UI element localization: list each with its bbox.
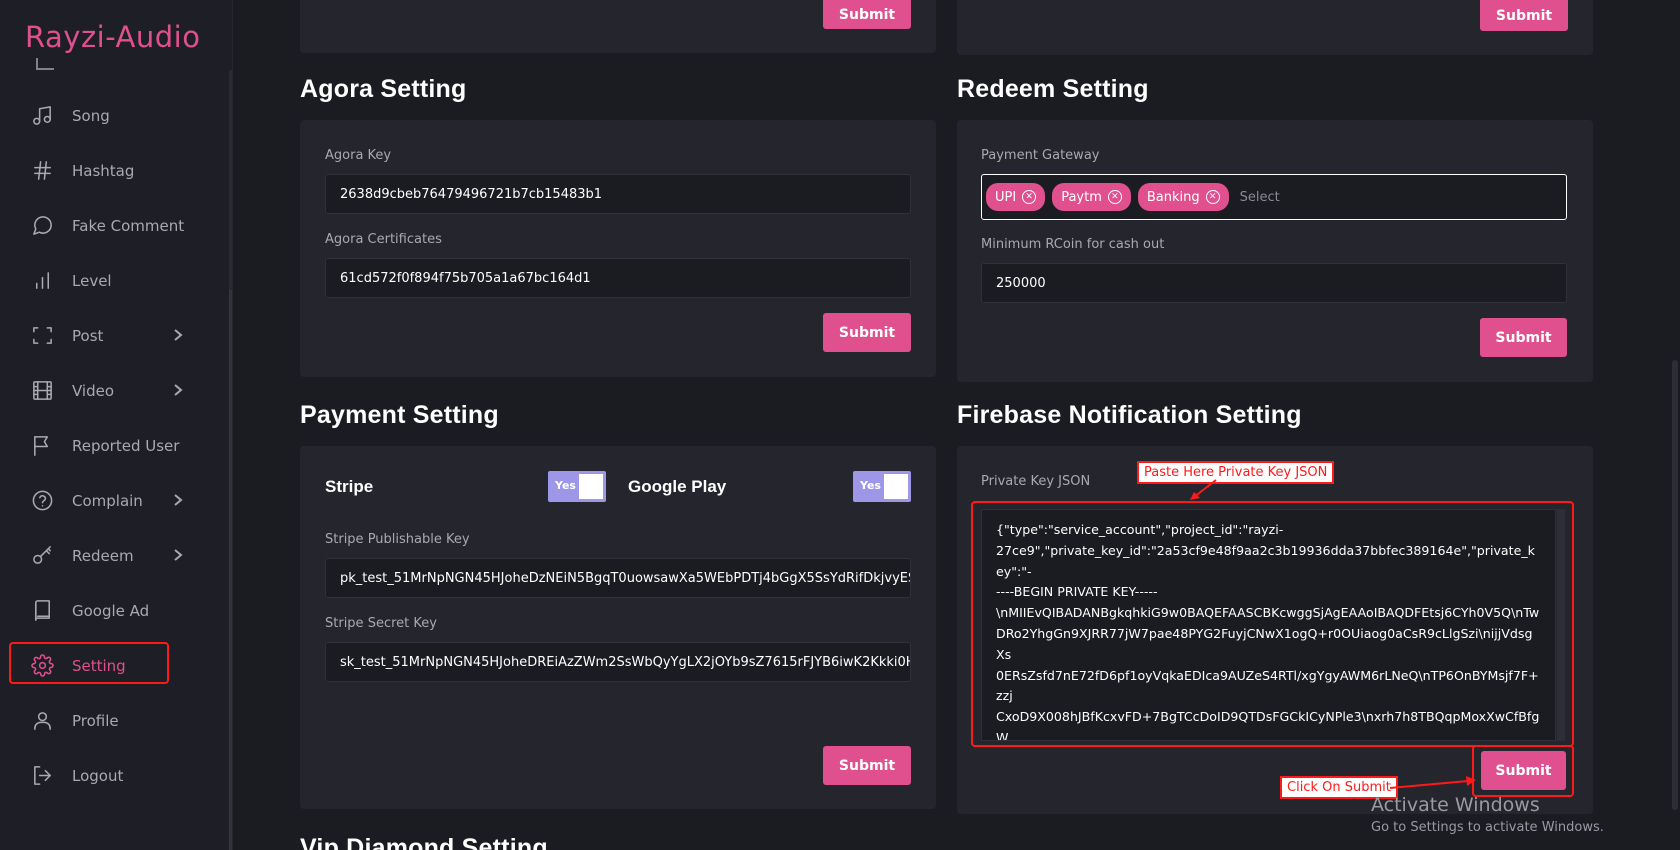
sidebar-item-song[interactable]: Song [0, 88, 230, 143]
firebase-setting-title: Firebase Notification Setting [957, 401, 1302, 429]
sidebar-item-setting[interactable]: Setting [0, 638, 230, 693]
hashtag-icon [30, 159, 54, 183]
toggle-knob [579, 474, 603, 499]
vip-diamond-setting-title: Vip Diamond Setting [300, 834, 548, 850]
sidebar-item-profile[interactable]: Profile [0, 693, 230, 748]
sidebar-nav: Song Hashtag Fake Comment Level Post Video Rep… [0, 88, 230, 803]
key-icon [30, 544, 54, 568]
stripe-label: Stripe [325, 477, 374, 496]
chevron-right-icon [171, 493, 185, 507]
top-left-submit-button[interactable]: Submit [823, 0, 911, 29]
help-circle-icon [30, 489, 54, 513]
sidebar-item-logout[interactable]: Logout [0, 748, 230, 803]
submit-highlight-frame [1472, 745, 1574, 797]
payment-gateway-multiselect[interactable]: UPI ✕ Paytm ✕ Banking ✕ Select [981, 174, 1567, 220]
gateway-tag-label: Banking [1146, 189, 1200, 205]
toggle-text: Yes [555, 479, 576, 492]
payment-setting-title: Payment Setting [300, 401, 499, 429]
sidebar-item-fake-comment[interactable]: Fake Comment [0, 198, 230, 253]
stripe-publishable-key-label: Stripe Publishable Key [325, 532, 470, 547]
sidebar-item-label: Fake Comment [72, 216, 185, 235]
sidebar-item-label: Google Ad [72, 601, 150, 620]
select-placeholder[interactable]: Select [1240, 190, 1280, 205]
agora-key-label: Agora Key [325, 148, 392, 163]
sidebar: Rayzi-Audio Song Hashtag Fake Comment Level… [0, 0, 233, 850]
redeem-setting-title: Redeem Setting [957, 75, 1149, 103]
chevron-right-icon [171, 548, 185, 562]
paste-arrow-icon [1190, 479, 1217, 500]
remove-tag-icon[interactable]: ✕ [1107, 190, 1122, 204]
film-icon [30, 379, 54, 403]
gateway-tag-upi: UPI ✕ [986, 183, 1046, 211]
sidebar-item-video[interactable]: Video [0, 363, 230, 418]
gateway-tag-banking: Banking ✕ [1137, 183, 1229, 211]
toggle-text: Yes [860, 479, 881, 492]
sidebar-scroll-thumb[interactable] [229, 290, 232, 850]
textarea-highlight-frame [971, 501, 1574, 747]
agora-certificates-input[interactable]: 61cd572f0f894f75b705a1a67bc164d1 [325, 258, 911, 298]
frame-icon [30, 324, 54, 348]
agora-setting-title: Agora Setting [300, 75, 467, 103]
agora-certificates-label: Agora Certificates [325, 232, 442, 247]
stripe-publishable-key-input[interactable]: pk_test_51MrNpNGN45HJoheDzNEiN5BgqT0uows… [325, 558, 911, 598]
sidebar-item-label: Hashtag [72, 161, 135, 180]
gateway-tag-label: UPI [995, 189, 1017, 205]
sidebar-item-google-ad[interactable]: Google Ad [0, 583, 230, 638]
payment-gateway-label: Payment Gateway [981, 148, 1100, 163]
sidebar-item-label: Level [72, 271, 112, 290]
activate-windows-title: Activate Windows [1371, 794, 1540, 816]
stripe-toggle[interactable]: Yes [548, 471, 606, 502]
sidebar-item-complain[interactable]: Complain [0, 473, 230, 528]
sidebar-item-hashtag[interactable]: Hashtag [0, 143, 230, 198]
agora-submit-button[interactable]: Submit [823, 313, 911, 352]
sidebar-item-label: Redeem [72, 546, 134, 565]
sidebar-item-label: Song [72, 106, 110, 125]
sidebar-item-label: Profile [72, 711, 119, 730]
min-rcoin-input[interactable]: 250000 [981, 263, 1567, 303]
sidebar-scrollbar[interactable] [229, 70, 232, 850]
remove-tag-icon[interactable]: ✕ [1205, 190, 1220, 204]
activate-windows-subtitle: Go to Settings to activate Windows. [1371, 820, 1604, 835]
setting-highlight-frame [9, 642, 169, 684]
sidebar-item-label: Complain [72, 491, 143, 510]
sidebar-item-redeem[interactable]: Redeem [0, 528, 230, 583]
click-arrow-icon [1389, 776, 1476, 789]
sidebar-item-post[interactable]: Post [0, 308, 230, 363]
top-right-submit-button[interactable]: Submit [1480, 0, 1568, 31]
chevron-right-icon [171, 383, 185, 397]
partial-icon [36, 58, 54, 70]
user-icon [30, 709, 54, 733]
sidebar-item-label: Reported User [72, 436, 180, 455]
google-play-toggle[interactable]: Yes [853, 471, 911, 502]
sidebar-item-reported-user[interactable]: Reported User [0, 418, 230, 473]
page-scrollbar[interactable] [1669, 0, 1680, 850]
sidebar-item-label: Logout [72, 766, 124, 785]
sidebar-item-label: Post [72, 326, 104, 345]
private-key-json-label: Private Key JSON [981, 474, 1091, 489]
gateway-tag-paytm: Paytm ✕ [1052, 183, 1131, 211]
book-icon [30, 599, 54, 623]
bar-chart-icon [30, 269, 54, 293]
agora-key-input[interactable]: 2638d9cbeb76479496721b7cb15483b1 [325, 174, 911, 214]
music-note-icon [30, 104, 54, 128]
page-scroll-thumb[interactable] [1672, 360, 1678, 810]
brand-logo[interactable]: Rayzi-Audio [25, 20, 200, 54]
stripe-secret-key-label: Stripe Secret Key [325, 616, 437, 631]
logout-icon [30, 764, 54, 788]
remove-tag-icon[interactable]: ✕ [1022, 190, 1037, 204]
gateway-tag-label: Paytm [1061, 189, 1102, 205]
flag-icon [30, 434, 54, 458]
chevron-right-icon [171, 328, 185, 342]
sidebar-item-level[interactable]: Level [0, 253, 230, 308]
stripe-secret-key-input[interactable]: sk_test_51MrNpNGN45HJoheDREiAzZWm2SsWbQy… [325, 642, 911, 682]
redeem-submit-button[interactable]: Submit [1480, 318, 1567, 357]
google-play-label: Google Play [628, 477, 727, 496]
payment-submit-button[interactable]: Submit [823, 746, 911, 785]
min-rcoin-label: Minimum RCoin for cash out [981, 237, 1165, 252]
comment-icon [30, 214, 54, 238]
sidebar-item-label: Video [72, 381, 115, 400]
toggle-knob [884, 474, 908, 499]
paste-callout: Paste Here Private Key JSON [1137, 461, 1335, 484]
